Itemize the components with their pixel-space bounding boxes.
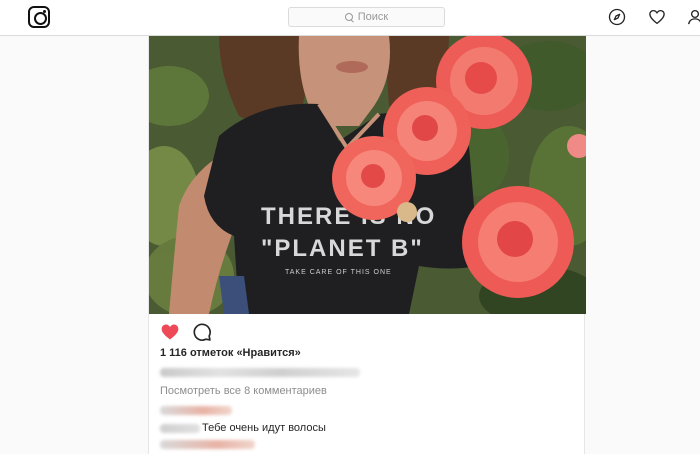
comment-text: Тебе очень идут волосы bbox=[202, 422, 326, 434]
shirt-text-line3: TAKE CARE OF THIS ONE bbox=[285, 269, 392, 276]
like-heart-filled-icon[interactable] bbox=[160, 322, 180, 342]
search-input[interactable]: Поиск bbox=[288, 7, 445, 27]
search-placeholder: Поиск bbox=[357, 11, 389, 23]
compass-icon[interactable] bbox=[608, 8, 626, 26]
view-all-comments-link[interactable]: Посмотреть все 8 комментариев bbox=[160, 385, 327, 397]
comment-icon[interactable] bbox=[192, 322, 212, 342]
post-actions bbox=[160, 322, 212, 342]
comment-item: Тебе очень идут волосы bbox=[160, 422, 326, 434]
user-icon[interactable] bbox=[686, 8, 700, 26]
likes-count[interactable]: 1 116 отметок «Нравится» bbox=[160, 347, 301, 359]
post-card: THERE IS NO "PLANET B" TAKE CARE OF THIS… bbox=[148, 36, 586, 454]
blurred-caption bbox=[160, 368, 360, 377]
heart-icon[interactable] bbox=[648, 8, 666, 26]
blurred-username bbox=[160, 423, 200, 433]
shirt-text-line2: "PLANET B" bbox=[261, 235, 424, 262]
blurred-comment bbox=[160, 406, 232, 415]
post-photo[interactable]: THERE IS NO "PLANET B" TAKE CARE OF THIS… bbox=[149, 36, 586, 314]
instagram-logo-icon[interactable] bbox=[28, 6, 50, 28]
blurred-comment-2 bbox=[160, 440, 255, 449]
search-icon bbox=[344, 12, 354, 22]
top-navigation-bar: Поиск bbox=[0, 0, 700, 36]
